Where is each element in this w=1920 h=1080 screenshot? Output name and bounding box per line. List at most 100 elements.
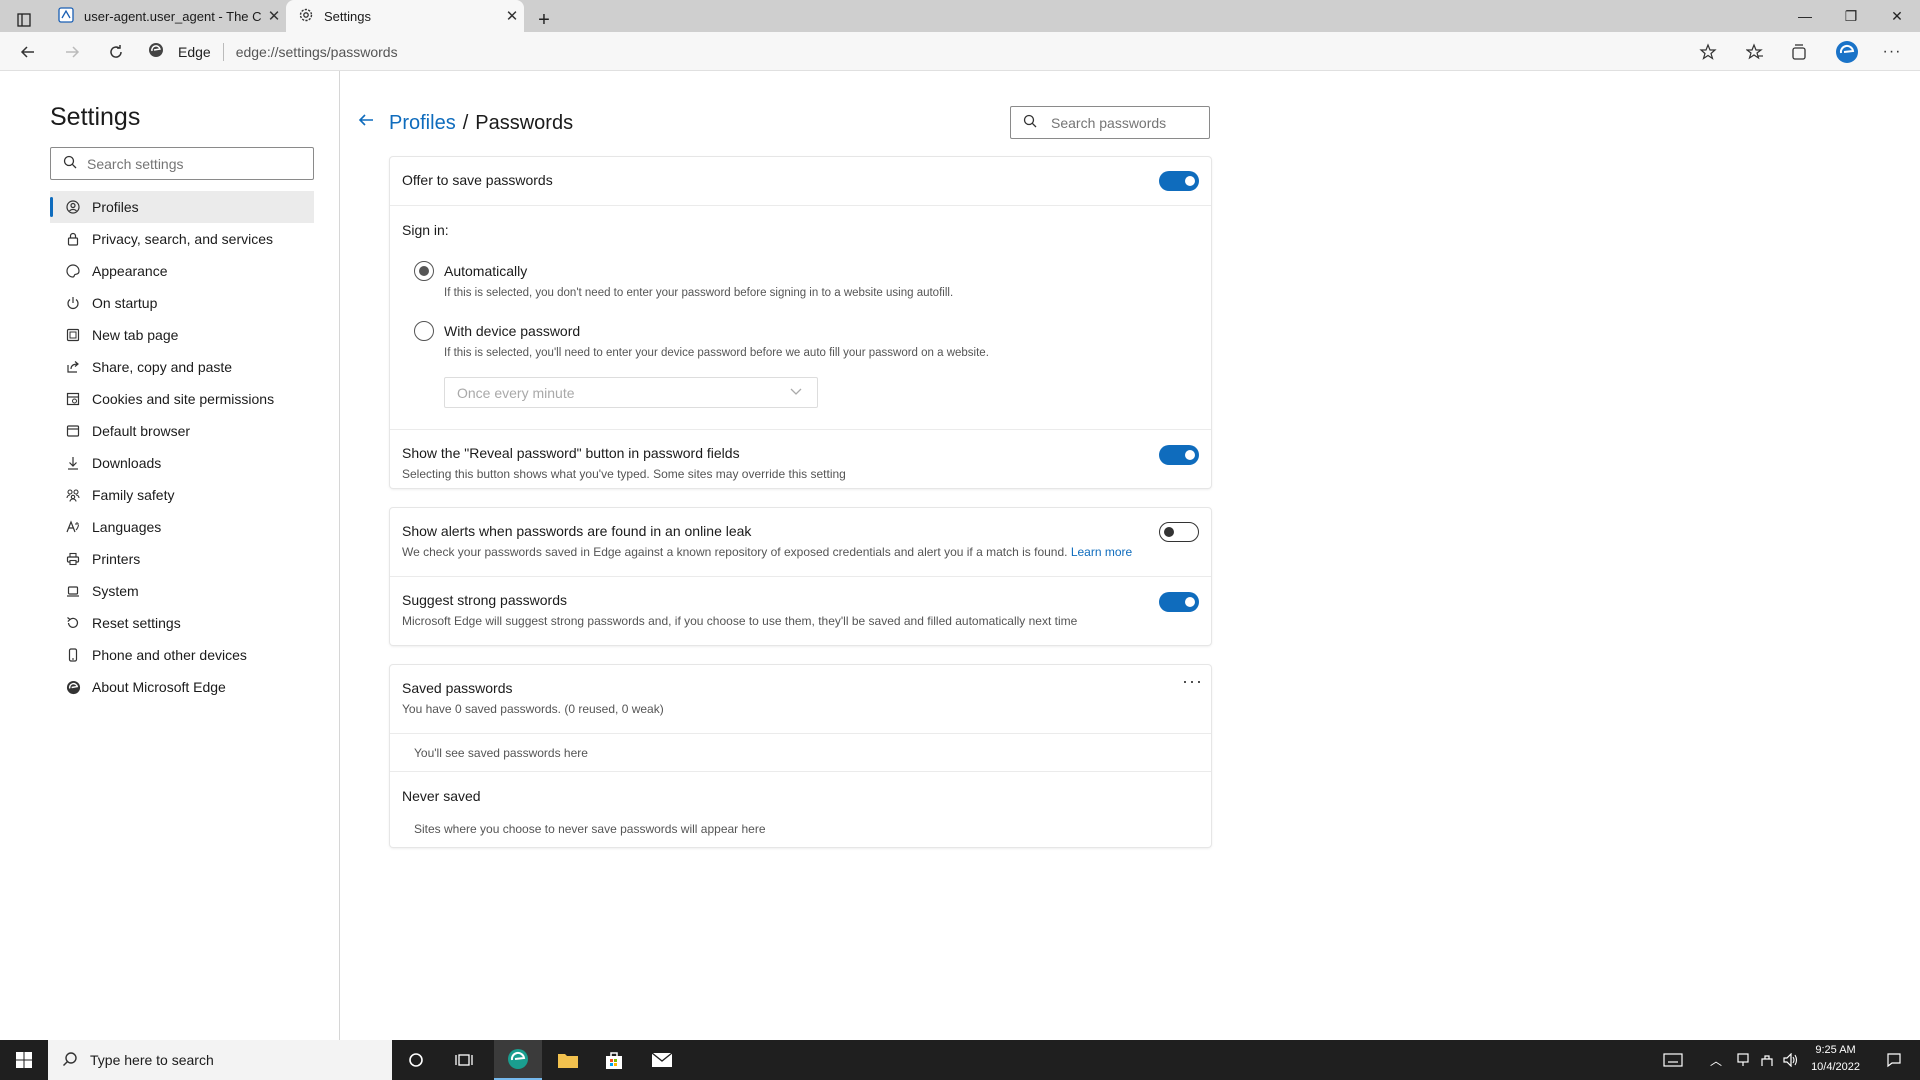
sidebar-item-phone[interactable]: Phone and other devices xyxy=(50,639,314,671)
settings-search-input[interactable] xyxy=(87,155,297,172)
leak-alert-label: Show alerts when passwords are found in … xyxy=(402,523,752,539)
cortana-icon[interactable] xyxy=(398,1040,434,1080)
windows-start-icon[interactable] xyxy=(0,1040,48,1080)
back-icon[interactable] xyxy=(14,38,42,66)
close-tab-icon[interactable]: ✕ xyxy=(500,7,524,25)
breadcrumb-profiles-link[interactable]: Profiles xyxy=(389,112,456,135)
back-arrow-icon[interactable] xyxy=(357,111,375,135)
sidebar-item-family[interactable]: Family safety xyxy=(50,479,314,511)
sidebar-item-languages[interactable]: Languages xyxy=(50,511,314,543)
language-icon xyxy=(64,520,82,534)
leak-alert-toggle[interactable] xyxy=(1159,522,1199,542)
chevron-down-icon xyxy=(789,384,803,401)
file-explorer-icon[interactable] xyxy=(548,1040,588,1080)
sign-in-device-label: With device password xyxy=(444,323,581,339)
address-url[interactable]: edge://settings/passwords xyxy=(236,44,398,60)
sign-in-auto-radio[interactable] xyxy=(414,261,434,281)
settings-search[interactable] xyxy=(50,147,314,180)
password-settings-card: Offer to save passwords Sign in: Automat… xyxy=(390,157,1211,488)
tab-settings[interactable]: Settings ✕ xyxy=(286,0,524,32)
network-icon[interactable] xyxy=(1732,1040,1754,1080)
page-title: Settings xyxy=(50,103,141,131)
download-icon xyxy=(64,456,82,470)
maximize-icon[interactable]: ❐ xyxy=(1828,0,1874,32)
favorites-icon[interactable] xyxy=(1741,38,1769,66)
sidebar-item-system[interactable]: System xyxy=(50,575,314,607)
sidebar-item-startup[interactable]: On startup xyxy=(50,287,314,319)
refresh-icon[interactable] xyxy=(102,38,130,66)
sidebar-item-reset[interactable]: Reset settings xyxy=(50,607,314,639)
sign-in-section: Sign in: Automatically If this is select… xyxy=(390,205,1211,429)
mail-icon[interactable] xyxy=(642,1040,682,1080)
sidebar-item-appearance[interactable]: Appearance xyxy=(50,255,314,287)
minimize-icon[interactable]: — xyxy=(1782,0,1828,32)
suggest-passwords-toggle[interactable] xyxy=(1159,592,1199,612)
never-saved-section: Never saved Sites where you choose to ne… xyxy=(390,771,1211,847)
volume-icon[interactable] xyxy=(1780,1040,1802,1080)
task-view-icon[interactable] xyxy=(446,1040,482,1080)
offer-save-row: Offer to save passwords xyxy=(390,157,1211,205)
search-icon xyxy=(1023,114,1037,131)
suggest-passwords-label: Suggest strong passwords xyxy=(402,592,567,608)
suggest-passwords-desc: Microsoft Edge will suggest strong passw… xyxy=(402,614,1078,628)
password-search[interactable] xyxy=(1010,106,1210,139)
never-saved-title: Never saved xyxy=(402,788,481,804)
offer-save-toggle[interactable] xyxy=(1159,171,1199,191)
close-window-icon[interactable]: ✕ xyxy=(1874,0,1920,32)
close-tab-icon[interactable]: ✕ xyxy=(262,7,286,25)
more-options-icon[interactable]: ··· xyxy=(1182,671,1203,692)
forward-icon[interactable] xyxy=(58,38,86,66)
edge-taskbar-icon[interactable] xyxy=(494,1040,542,1080)
sidebar-item-share[interactable]: Share, copy and paste xyxy=(50,351,314,383)
add-favorite-icon[interactable] xyxy=(1694,38,1722,66)
sidebar-item-privacy[interactable]: Privacy, search, and services xyxy=(50,223,314,255)
sidebar-item-label: Cookies and site permissions xyxy=(92,391,275,407)
profile-avatar-icon[interactable] xyxy=(1832,38,1862,66)
sidebar-item-cookies[interactable]: Cookies and site permissions xyxy=(50,383,314,415)
store-icon[interactable] xyxy=(594,1040,634,1080)
search-icon xyxy=(63,155,77,172)
sidebar-item-downloads[interactable]: Downloads xyxy=(50,447,314,479)
sidebar-item-new-tab[interactable]: New tab page xyxy=(50,319,314,351)
keyboard-icon[interactable] xyxy=(1660,1040,1686,1080)
edge-icon xyxy=(148,42,164,61)
sidebar-item-profiles[interactable]: Profiles xyxy=(50,191,314,223)
window-controls: — ❐ ✕ xyxy=(1782,0,1920,32)
ethernet-icon[interactable] xyxy=(1756,1040,1778,1080)
taskbar-clock[interactable]: 9:25 AM 10/4/2022 xyxy=(1811,1042,1860,1076)
address-bar[interactable]: Edge edge://settings/passwords xyxy=(148,36,1693,67)
notification-icon[interactable] xyxy=(1874,1040,1914,1080)
settings-main: Profiles / Passwords Offer to save passw… xyxy=(341,71,1920,1040)
printer-icon xyxy=(64,552,82,566)
sidebar-item-default-browser[interactable]: Default browser xyxy=(50,415,314,447)
reveal-password-desc: Selecting this button shows what you've … xyxy=(402,467,846,481)
collections-icon[interactable] xyxy=(1785,38,1813,66)
learn-more-link[interactable]: Learn more xyxy=(1071,545,1132,559)
share-icon xyxy=(64,360,82,374)
saved-passwords-empty: You'll see saved passwords here xyxy=(414,746,588,760)
tab-user-agent[interactable]: user-agent.user_agent - The Coll ✕ xyxy=(44,0,286,32)
saved-passwords-card: Saved passwords You have 0 saved passwor… xyxy=(390,665,1211,847)
password-search-input[interactable] xyxy=(1051,114,1201,131)
offer-save-label: Offer to save passwords xyxy=(402,172,553,188)
phone-icon xyxy=(64,648,82,662)
more-options-icon[interactable]: ··· xyxy=(1878,38,1906,66)
chevron-up-icon[interactable]: ︿ xyxy=(1706,1040,1726,1080)
address-brand: Edge xyxy=(178,43,211,60)
sign-in-device-radio[interactable] xyxy=(414,321,434,341)
reveal-password-toggle[interactable] xyxy=(1159,445,1199,465)
taskbar-search[interactable]: Type here to search xyxy=(48,1040,392,1080)
frequency-value: Once every minute xyxy=(457,384,575,401)
sidebar-item-label: Profiles xyxy=(92,199,139,215)
sidebar-item-printers[interactable]: Printers xyxy=(50,543,314,575)
sidebar-item-label: Phone and other devices xyxy=(92,647,247,663)
lock-icon xyxy=(64,232,82,246)
saved-passwords-header: Saved passwords You have 0 saved passwor… xyxy=(390,665,1211,733)
suggest-passwords-row: Suggest strong passwords Microsoft Edge … xyxy=(390,576,1211,645)
frequency-select: Once every minute xyxy=(444,377,818,408)
tab-title: user-agent.user_agent - The Coll xyxy=(84,8,262,24)
breadcrumb: Profiles / Passwords xyxy=(357,111,573,135)
search-icon xyxy=(62,1051,78,1070)
sidebar-item-about[interactable]: About Microsoft Edge xyxy=(50,671,314,703)
sidebar-item-label: Printers xyxy=(92,551,141,567)
